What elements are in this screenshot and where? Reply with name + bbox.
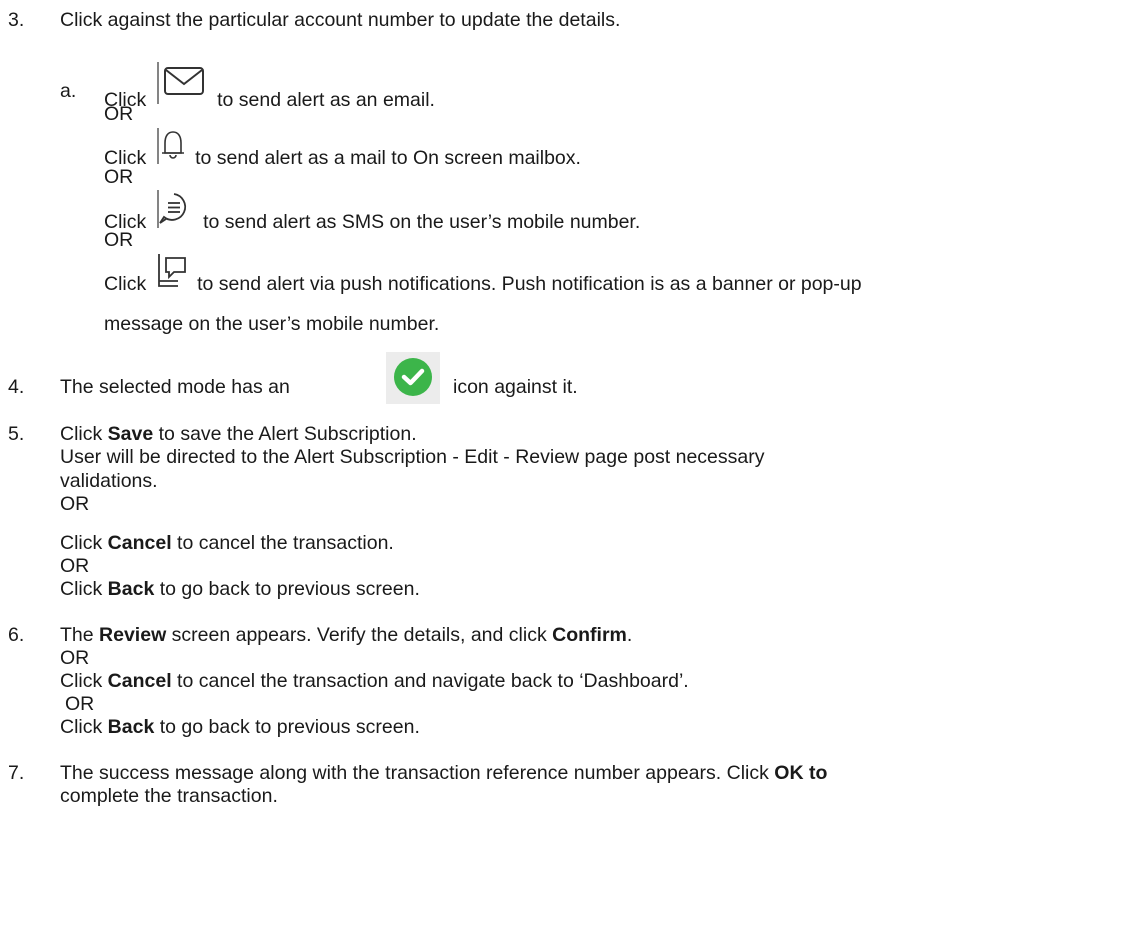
step-5-back-line: Click Back to go back to previous screen… bbox=[60, 578, 420, 601]
step-6-line-1: The Review screen appears. Verify the de… bbox=[60, 624, 632, 647]
step-number: 6. bbox=[8, 624, 25, 646]
review-description: screen appears. Verify the details, and … bbox=[171, 624, 547, 646]
step-4-text-a: The selected mode has an bbox=[60, 376, 290, 398]
the-text: The bbox=[60, 624, 94, 646]
back-label: Back bbox=[107, 578, 155, 600]
check-circle-icon bbox=[386, 352, 440, 410]
ok-label: OK to bbox=[774, 762, 828, 784]
step-6-back-line: Click Back to go back to previous screen… bbox=[60, 716, 420, 739]
step-7-text: The success message along with the trans… bbox=[60, 762, 769, 784]
sub-step-label: a. bbox=[60, 80, 77, 102]
click-text: Click bbox=[104, 273, 147, 296]
step-number: 7. bbox=[8, 762, 25, 784]
save-description: to save the Alert Subscription. bbox=[158, 423, 417, 445]
click-text: Click bbox=[60, 670, 103, 692]
sms-option-text: to send alert as SMS on the user’s mobil… bbox=[203, 211, 641, 234]
push-notification-icon bbox=[156, 252, 188, 290]
step-3-text: Click against the particular account num… bbox=[60, 9, 621, 31]
sms-icon bbox=[156, 190, 190, 228]
or-text: OR bbox=[104, 103, 134, 125]
step-5-cancel-line: Click Cancel to cancel the transaction. bbox=[60, 532, 394, 555]
back-label: Back bbox=[107, 716, 155, 738]
back-description: to go back to previous screen. bbox=[159, 716, 420, 738]
or-text: OR bbox=[104, 166, 134, 188]
cancel-label: Cancel bbox=[107, 532, 172, 554]
cancel-description: to cancel the transaction and navigate b… bbox=[177, 670, 689, 692]
click-text: Click bbox=[60, 423, 103, 445]
email-icon bbox=[156, 62, 208, 104]
bell-option-text: to send alert as a mail to On screen mai… bbox=[195, 147, 581, 170]
click-text: Click bbox=[60, 716, 103, 738]
step-4-text-b: icon against it. bbox=[453, 376, 578, 398]
step-5-line-3: validations. bbox=[60, 470, 158, 492]
email-option-line: Click to send alert as an email. bbox=[104, 62, 435, 111]
save-label: Save bbox=[107, 423, 154, 445]
bell-icon bbox=[156, 128, 186, 164]
sms-option-line: Click to send alert as SMS on the user’s… bbox=[104, 190, 640, 233]
or-text: OR bbox=[60, 493, 90, 515]
cancel-description: to cancel the transaction. bbox=[177, 532, 394, 554]
push-option-text: to send alert via push notifications. Pu… bbox=[197, 273, 862, 296]
push-option-text-cont: message on the user’s mobile number. bbox=[104, 313, 440, 335]
or-text: OR bbox=[104, 229, 134, 251]
period: . bbox=[626, 624, 633, 646]
push-option-line: Click to send alert via push notificatio… bbox=[104, 252, 862, 295]
click-text: Click bbox=[60, 532, 103, 554]
email-option-text: to send alert as an email. bbox=[217, 89, 435, 112]
step-6-cancel-line: Click Cancel to cancel the transaction a… bbox=[60, 670, 689, 693]
step-number: 4. bbox=[8, 376, 25, 398]
confirm-label: Confirm bbox=[552, 624, 627, 646]
or-text: OR bbox=[65, 693, 95, 715]
step-7-line-1: The success message along with the trans… bbox=[60, 762, 827, 785]
click-text: Click bbox=[60, 578, 103, 600]
or-text: OR bbox=[60, 555, 90, 577]
step-7-line-2: complete the transaction. bbox=[60, 785, 278, 807]
step-number: 3. bbox=[8, 9, 25, 31]
cancel-label: Cancel bbox=[107, 670, 172, 692]
step-5-line-1: Click Save to save the Alert Subscriptio… bbox=[60, 423, 417, 446]
step-number: 5. bbox=[8, 423, 25, 445]
back-description: to go back to previous screen. bbox=[159, 578, 420, 600]
review-label: Review bbox=[99, 624, 167, 646]
or-text: OR bbox=[60, 647, 90, 669]
bell-option-line: Click to send alert as a mail to On scre… bbox=[104, 128, 581, 169]
step-5-line-2: User will be directed to the Alert Subsc… bbox=[60, 446, 765, 468]
